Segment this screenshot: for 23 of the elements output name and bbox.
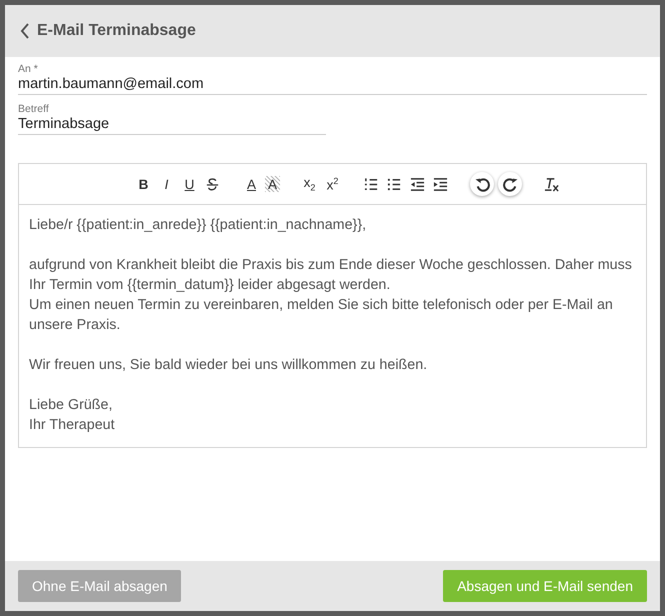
input-field[interactable]: An * martin.baumann@email.com — [18, 63, 647, 95]
italic-button[interactable]: I — [157, 172, 176, 196]
undo-button[interactable] — [470, 172, 494, 196]
email-body[interactable]: Liebe/r {{patient:in_anrede}} {{patient:in_nachname}}, aufgrund von Krankheit bleibt die Praxis bis zum Ende dieser Woche geschlossen. Daher muss Ihr Termin vom {{termin_datum}} leider abgesagt werden. Um einen neuen Termin zu vereinbaren, melden Sie sich bitte telefonisch oder per E-Mail an unsere Praxis. Wir freuen uns, Sie bald wieder bei uns willkommen zu heißen. Liebe Grüße, Ihr Therapeut — [19, 205, 646, 447]
redo-button[interactable] — [498, 172, 522, 196]
text-editor[interactable] — [18, 163, 647, 448]
input-field[interactable]: Betreff Terminabsage — [18, 103, 326, 135]
dialog-title: E-Mail Terminabsage — [37, 22, 196, 40]
back-icon[interactable] — [19, 23, 31, 39]
undo-icon — [474, 176, 490, 192]
outdent-icon — [410, 176, 425, 192]
subscript-button[interactable]: x$_{2}$ — [300, 172, 319, 196]
underline-button[interactable]: U — [180, 172, 199, 196]
ordered-list-icon — [364, 176, 379, 192]
superscript-button[interactable]: x$^{2}$ — [323, 172, 342, 196]
highlight-button[interactable]: A — [265, 176, 280, 192]
strikethrough-icon — [205, 176, 220, 192]
indent-icon — [433, 176, 448, 192]
bullet-list-icon — [387, 176, 402, 192]
clear-format-icon — [544, 176, 559, 192]
redo-icon — [502, 176, 518, 192]
bold-button[interactable]: B — [134, 172, 153, 196]
text-color-button[interactable]: A — [242, 172, 261, 196]
